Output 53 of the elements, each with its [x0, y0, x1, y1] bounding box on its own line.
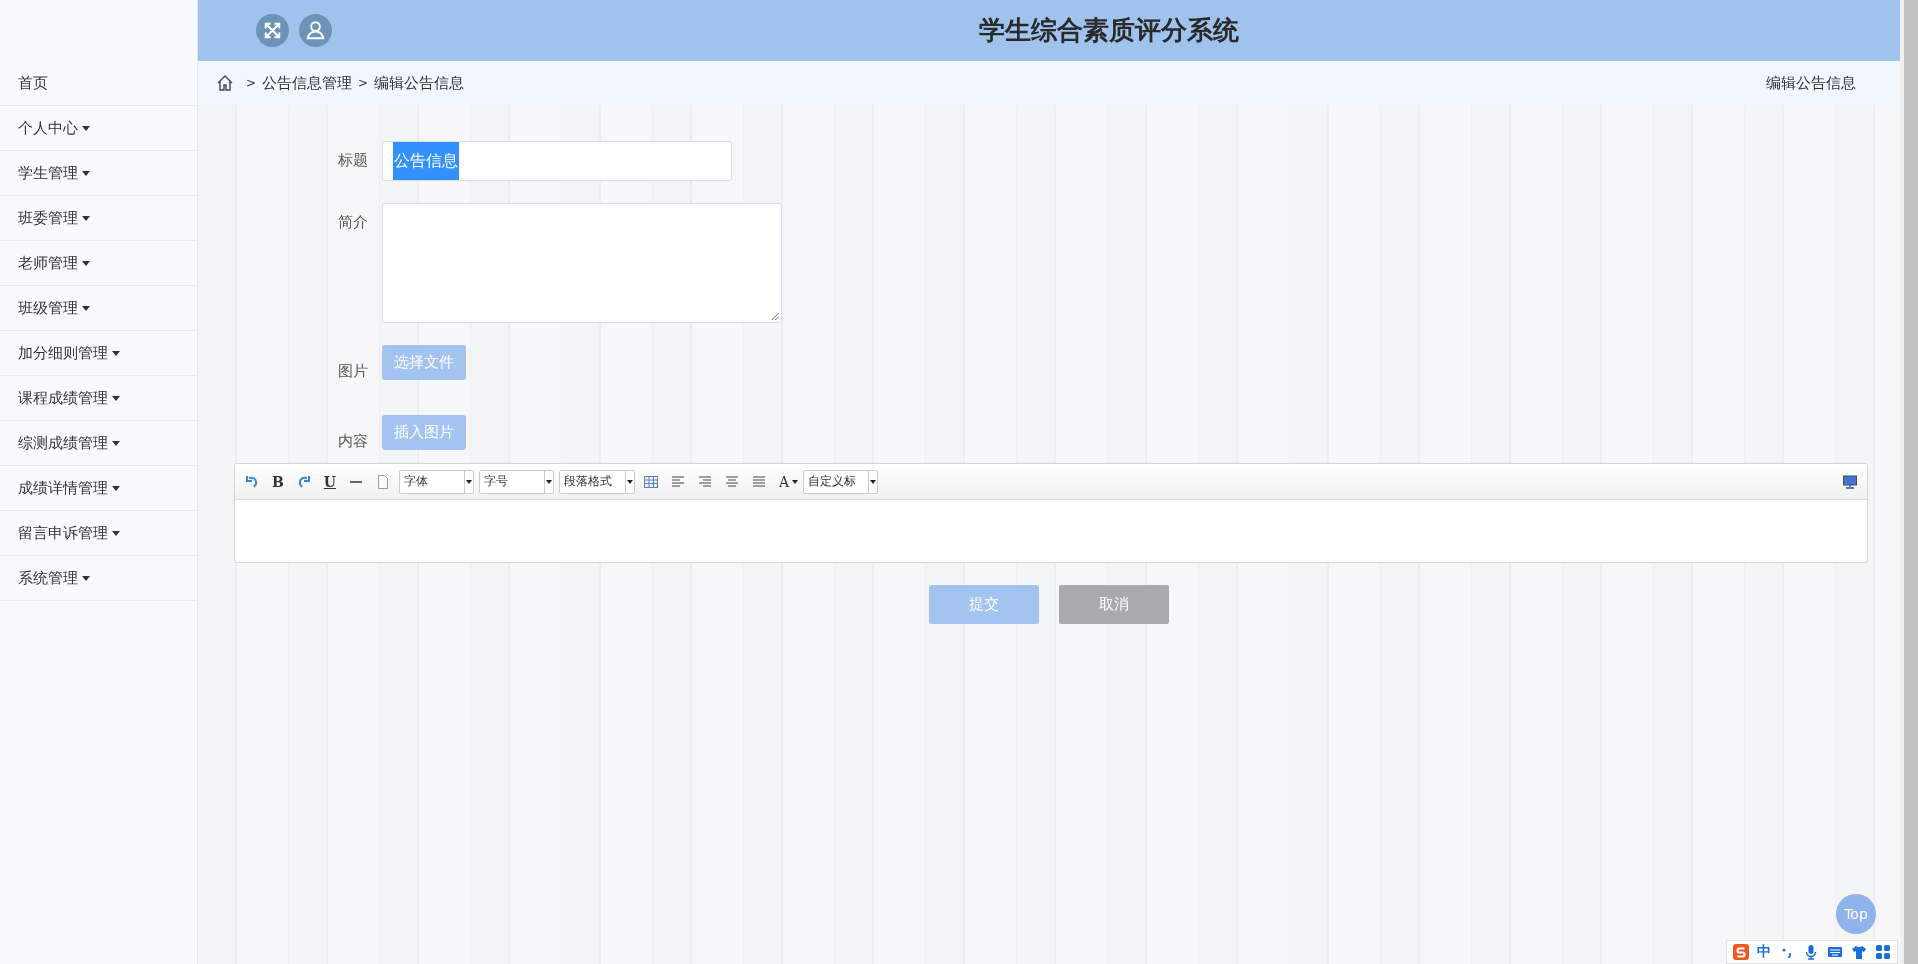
sidebar-item[interactable]: 留言申诉管理	[0, 511, 197, 556]
shirt-icon[interactable]	[1851, 944, 1867, 960]
dropdown-arrow-icon	[870, 479, 877, 484]
grid-icon[interactable]	[1875, 944, 1891, 960]
microphone-icon[interactable]	[1803, 944, 1819, 960]
undo-icon[interactable]	[244, 473, 260, 490]
expand-icon[interactable]	[256, 14, 289, 47]
sidebar-item[interactable]: 班级管理	[0, 286, 197, 331]
sidebar-item[interactable]: 系统管理	[0, 556, 197, 601]
monitor-icon[interactable]	[1842, 473, 1858, 490]
breadcrumb-link[interactable]: 公告信息管理	[262, 73, 353, 93]
keyboard-icon[interactable]	[1827, 944, 1843, 960]
justify-icon[interactable]	[751, 473, 768, 490]
field-label: 简介	[338, 212, 369, 232]
field-value: 公告信息	[393, 142, 459, 180]
sidebar-item[interactable]: 老师管理	[0, 241, 197, 286]
sidebar-item[interactable]: 首页	[0, 61, 197, 106]
textarea-field[interactable]	[382, 203, 782, 323]
align-left-icon[interactable]	[670, 473, 687, 490]
sidebar-item[interactable]: 综测成绩管理	[0, 421, 197, 466]
field-label: 内容	[338, 431, 369, 451]
dropdown-arrow-icon[interactable]	[792, 479, 799, 484]
breadcrumb-link[interactable]: 编辑公告信息	[374, 73, 465, 93]
sidebar-item[interactable]: 个人中心	[0, 106, 197, 151]
user-icon[interactable]	[299, 14, 332, 47]
table-icon[interactable]	[643, 473, 660, 490]
ime-mode-label[interactable]: 中	[1757, 943, 1771, 961]
align-center-icon[interactable]	[724, 473, 741, 490]
breadcrumb-separator: >	[358, 76, 369, 90]
editor-dropdown[interactable]: 段落格式	[559, 469, 636, 494]
sidebar-item[interactable]: 成绩详情管理	[0, 466, 197, 511]
bold-button[interactable]: B	[272, 473, 284, 490]
dropdown-arrow-icon	[546, 479, 553, 484]
field-label: 图片	[338, 361, 369, 381]
breadcrumb-separator: >	[246, 76, 257, 90]
home-icon[interactable]	[216, 74, 234, 92]
sidebar-item[interactable]: 学生管理	[0, 151, 197, 196]
align-right-icon[interactable]	[697, 473, 714, 490]
resize-handle-icon[interactable]	[770, 311, 779, 320]
underline-button[interactable]: U	[323, 473, 337, 490]
page-title: 编辑公告信息	[1766, 73, 1856, 93]
field-label: 标题	[338, 150, 369, 170]
editor-dropdown[interactable]: 字号	[479, 469, 555, 494]
sidebar-item[interactable]: 加分细则管理	[0, 331, 197, 376]
dropdown-arrow-icon	[627, 479, 634, 484]
sidebar-item[interactable]: 班委管理	[0, 196, 197, 241]
font-color-button[interactable]: A	[779, 473, 790, 490]
app-title: 学生综合素质评分系统	[978, 14, 1239, 47]
input-method-logo-icon[interactable]	[1733, 944, 1749, 960]
editor-dropdown[interactable]: 字体	[399, 469, 475, 494]
editor-dropdown[interactable]: 自定义标	[803, 469, 879, 494]
sidebar-item[interactable]: 课程成绩管理	[0, 376, 197, 421]
dropdown-arrow-icon	[466, 479, 473, 484]
